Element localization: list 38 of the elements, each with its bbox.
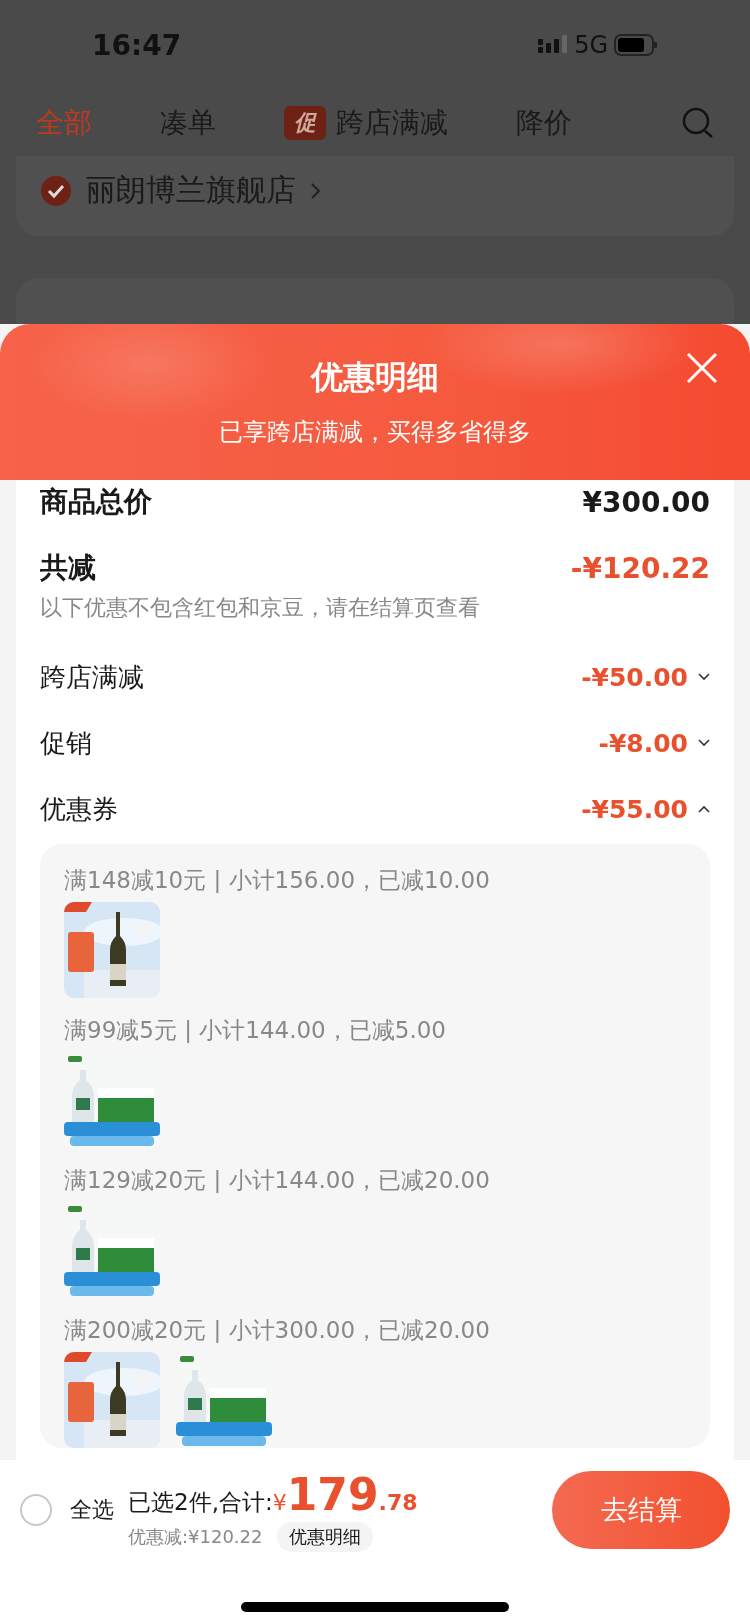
- total-amount: ¥179.78: [272, 1468, 418, 1520]
- coupon-rule: 满148减10元 | 小计156.00，已减10.00: [64, 866, 491, 895]
- discount-value: -¥50.00: [581, 662, 688, 692]
- discount-row[interactable]: 跨店满减 -¥50.00: [40, 644, 710, 710]
- network-label: 5G: [574, 31, 608, 59]
- saving-text: 优惠减:¥120.22: [128, 1524, 263, 1549]
- battery-icon: [614, 34, 658, 56]
- close-icon[interactable]: [686, 352, 718, 384]
- discount-row[interactable]: 促销 -¥8.00: [40, 710, 710, 776]
- discount-label: 共减: [40, 550, 96, 586]
- discount-type: 促销: [40, 726, 92, 760]
- coupon-rule: 满99减5元 | 小计144.00，已减5.00: [64, 1016, 447, 1045]
- discount-row[interactable]: 优惠券 -¥55.00: [40, 776, 710, 842]
- discount-amount: -¥120.22: [570, 551, 710, 585]
- chevron-down-icon[interactable]: [698, 673, 710, 681]
- discount-value: -¥55.00: [581, 794, 688, 824]
- total-price: ¥300.00: [582, 485, 710, 519]
- summary-label: 已选2件,合计:: [128, 1487, 273, 1517]
- check-icon[interactable]: [40, 174, 72, 207]
- coupon-rule: 满129减20元 | 小计144.00，已减20.00: [64, 1166, 491, 1195]
- discount-value: -¥8.00: [598, 728, 688, 758]
- sheet-title: 优惠明细: [311, 357, 439, 398]
- discount-type: 优惠券: [40, 792, 118, 826]
- checkout-button[interactable]: 去结算: [552, 1471, 730, 1549]
- sheet-subtitle: 已享跨店满减，买得多省得多: [219, 417, 531, 448]
- chevron-right-icon: [310, 181, 322, 200]
- select-all-label[interactable]: 全选: [70, 1495, 114, 1525]
- detail-button[interactable]: 优惠明细: [276, 1521, 373, 1552]
- promo-badge: 促: [284, 106, 326, 140]
- signal-icon: [538, 35, 569, 55]
- select-all-checkbox[interactable]: [20, 1494, 52, 1526]
- status-time: 16:47: [92, 28, 182, 62]
- chevron-up-icon[interactable]: [698, 805, 710, 813]
- total-label: 商品总价: [40, 484, 152, 520]
- coupon-rule: 满200减20元 | 小计300.00，已减20.00: [64, 1316, 491, 1345]
- chevron-down-icon[interactable]: [698, 739, 710, 747]
- discount-type: 跨店满减: [40, 660, 144, 694]
- discount-note: 以下优惠不包含红包和京豆，请在结算页查看: [40, 594, 481, 622]
